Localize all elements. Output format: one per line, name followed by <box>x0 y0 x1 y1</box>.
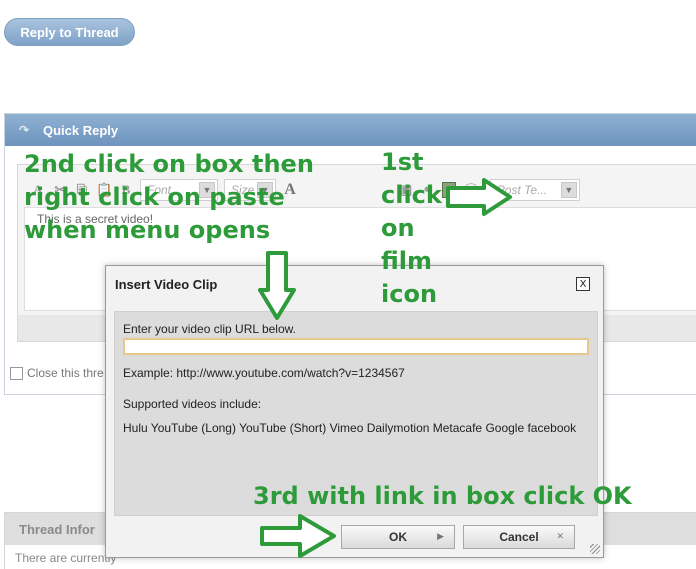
annotation-first-step: 1st click on film icon <box>381 146 442 311</box>
chevron-down-icon: ▼ <box>560 182 577 198</box>
cancel-button[interactable]: Cancel ✕ <box>463 525 575 549</box>
resize-grip-icon[interactable] <box>590 544 600 554</box>
annotation-line: icon <box>381 280 438 308</box>
post-template-label: Post Te... <box>496 183 548 197</box>
reply-to-thread-button[interactable]: Reply to Thread <box>4 18 135 46</box>
close-thread-option[interactable]: Close this thre <box>10 366 104 380</box>
dialog-title: Insert Video Clip <box>115 276 218 292</box>
cancel-label: Cancel <box>499 530 539 544</box>
close-icon[interactable]: X <box>576 277 590 291</box>
ok-button[interactable]: OK ▶ <box>341 525 455 549</box>
annotation-line: 2nd click on box then <box>24 150 314 178</box>
annotation-second-step: 2nd click on box then right click on pas… <box>24 148 314 247</box>
annotation-line: on <box>381 214 415 242</box>
annotation-line: film <box>381 247 433 275</box>
dialog-footer: OK ▶ Cancel ✕ <box>114 519 598 553</box>
annotation-line: when menu opens <box>24 216 271 244</box>
x-icon: ✕ <box>556 532 564 542</box>
annotation-line: click <box>381 181 442 209</box>
post-template-select[interactable]: Post Te... ▼ <box>489 179 580 201</box>
insert-video-dialog: Insert Video Clip X Enter your video cli… <box>105 265 604 558</box>
supported-list: Hulu YouTube (Long) YouTube (Short) Vime… <box>123 421 577 435</box>
annotation-line: 1st <box>381 148 424 176</box>
close-thread-checkbox[interactable] <box>10 366 23 380</box>
quick-reply-header: ↷ Quick Reply <box>5 114 696 146</box>
quick-reply-title: Quick Reply <box>43 122 119 138</box>
video-url-input[interactable] <box>123 338 589 355</box>
annotation-third-step: 3rd with link in box click OK <box>253 482 632 510</box>
url-prompt: Enter your video clip URL below. <box>123 322 296 336</box>
quote-bubble-icon[interactable]: 🗨 <box>462 182 480 198</box>
film-icon[interactable] <box>442 182 456 198</box>
url-example: Example: http://www.youtube.com/watch?v=… <box>123 366 405 380</box>
reply-arrow-icon: ↷ <box>19 123 30 137</box>
supported-heading: Supported videos include: <box>123 397 262 411</box>
ok-label: OK <box>389 530 407 544</box>
play-arrow-icon: ▶ <box>437 532 444 542</box>
close-thread-label: Close this thre <box>27 366 104 380</box>
annotation-line: right click on paste <box>24 183 285 211</box>
